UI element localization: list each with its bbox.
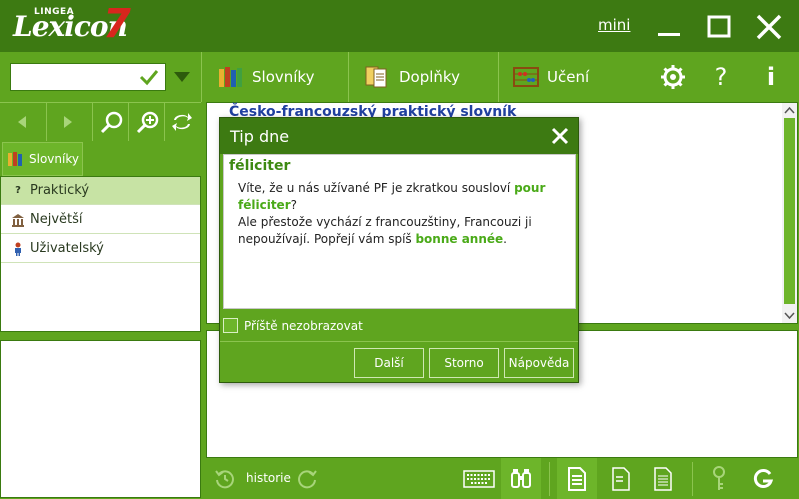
binoculars-icon: [511, 469, 531, 488]
view-full-button[interactable]: [562, 464, 592, 494]
arrow-right-icon: [64, 116, 72, 128]
info-button[interactable]: i: [756, 62, 786, 92]
history-forward-icon: [298, 470, 317, 489]
tip-text: Víte, že u nás užívané PF je zkratkou so…: [238, 180, 570, 248]
help-dialog-button[interactable]: Nápověda: [504, 348, 574, 378]
close-icon: [756, 14, 782, 40]
swap-arrows-icon: [172, 113, 192, 131]
question-icon: ?: [15, 185, 21, 196]
cancel-button[interactable]: Storno: [429, 348, 499, 378]
tab-doplnky-label: Doplňky: [399, 68, 460, 86]
tip-text-part: .: [503, 232, 507, 246]
maximize-icon: [707, 15, 731, 38]
bottom-divider: [549, 462, 550, 496]
maximize-button[interactable]: [702, 10, 736, 44]
history-label: historie: [246, 471, 291, 485]
history-back-button[interactable]: [210, 464, 240, 494]
tip-text-part: Víte, že u nás užívané PF je zkratkou so…: [238, 181, 515, 195]
key-icon: [713, 466, 725, 490]
close-icon: [551, 127, 569, 145]
document-list-icon: [654, 467, 672, 491]
history-back-icon: [215, 470, 234, 489]
arrow-left-icon: [18, 116, 26, 128]
tab-uceni[interactable]: Učení: [513, 52, 643, 102]
next-tip-button[interactable]: Další: [354, 348, 424, 378]
scrollbar-thumb[interactable]: [784, 118, 795, 304]
search-input[interactable]: [14, 67, 134, 87]
tip-dialog-close-button[interactable]: [549, 125, 571, 147]
swap-direction-button[interactable]: [162, 103, 202, 141]
dictionary-item-label: Největší: [30, 212, 83, 227]
history-forward-button[interactable]: [292, 464, 322, 494]
mini-mode-button[interactable]: mini: [598, 16, 630, 34]
key-button[interactable]: [704, 464, 734, 494]
dictionary-item-uzivatelsky[interactable]: Uživatelský: [1, 235, 200, 263]
tab-doplnky[interactable]: Doplňky: [365, 52, 495, 102]
back-button[interactable]: [2, 103, 42, 141]
tab-slovniky[interactable]: Slovníky: [218, 52, 348, 102]
dictionary-item-nejvetsi[interactable]: Největší: [1, 206, 200, 234]
info-icon: i: [766, 63, 776, 91]
person-icon: [15, 242, 21, 256]
tab-slovniky-label: Slovníky: [252, 68, 315, 86]
settings-button[interactable]: [658, 62, 688, 92]
minimize-button[interactable]: [652, 10, 686, 44]
tip-headword: féliciter: [229, 158, 291, 174]
google-icon: [753, 469, 774, 488]
dictionary-list: ? Praktický Největší Uživatelský: [0, 176, 201, 332]
view-list-button[interactable]: [648, 464, 678, 494]
google-search-button[interactable]: [748, 464, 778, 494]
binoculars-button[interactable]: [506, 464, 536, 494]
scroll-up-icon: [784, 106, 795, 114]
books-icon: [219, 67, 242, 87]
forward-button[interactable]: [48, 103, 88, 141]
left-tab-label: Slovníky: [29, 152, 79, 166]
document-compact-icon: [612, 467, 630, 491]
tip-dialog-title: Tip dne: [230, 127, 290, 146]
minimize-icon: [658, 33, 680, 36]
dictionary-item-label: Uživatelský: [30, 241, 104, 256]
close-window-button[interactable]: [752, 10, 786, 44]
toolbar-divider: [201, 52, 202, 102]
bottom-divider: [692, 462, 693, 496]
books-icon: [8, 152, 22, 166]
tip-dialog-divider: [220, 341, 578, 342]
magnifier-plus-icon: [136, 111, 159, 134]
logo-version: 7: [103, 1, 131, 47]
left-lower-panel: [0, 340, 201, 498]
scroll-down-icon: [784, 312, 795, 320]
nav-divider: [46, 103, 47, 141]
toolbar-divider: [348, 52, 349, 102]
dont-show-checkbox[interactable]: [223, 318, 238, 333]
search-button[interactable]: [92, 103, 132, 141]
tip-text-part: ?: [290, 198, 297, 212]
toolbar-divider: [498, 52, 499, 102]
search-history-dropdown[interactable]: [174, 72, 190, 82]
help-button[interactable]: ?: [706, 62, 736, 92]
checkmark-icon[interactable]: [139, 67, 159, 87]
tip-highlight[interactable]: bonne année: [415, 232, 503, 246]
keyboard-icon: [463, 470, 495, 488]
search-box: [10, 63, 166, 91]
help-icon: ?: [714, 63, 728, 91]
dictionary-item-prakticky[interactable]: ? Praktický: [1, 177, 200, 205]
dictionary-item-label: Praktický: [30, 183, 90, 198]
library-icon: [12, 213, 24, 227]
view-compact-button[interactable]: [606, 464, 636, 494]
magnifier-icon: [100, 111, 123, 134]
documents-icon: [365, 66, 387, 88]
tab-uceni-label: Učení: [547, 68, 590, 86]
gear-icon: [661, 65, 685, 89]
keyboard-button[interactable]: [462, 464, 496, 494]
abacus-icon: [513, 67, 539, 87]
document-full-icon: [568, 467, 586, 491]
dont-show-label[interactable]: Příště nezobrazovat: [244, 319, 363, 333]
left-tab-slovniky[interactable]: Slovníky: [2, 142, 83, 176]
